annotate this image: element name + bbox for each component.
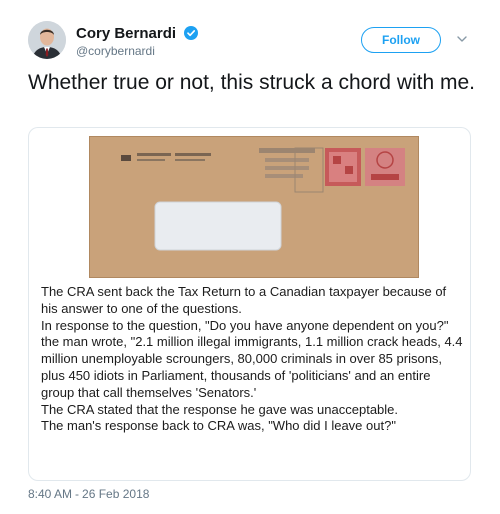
verified-badge-icon <box>184 26 199 40</box>
tweet-time: 8:40 AM <box>28 487 73 501</box>
tweet-text: Whether true or not, this struck a chord… <box>28 71 476 94</box>
follow-button[interactable]: Follow <box>361 27 441 53</box>
avatar-photo <box>28 21 66 59</box>
envelope-photo[interactable] <box>89 136 419 278</box>
tweet-date: 26 Feb 2018 <box>82 487 150 501</box>
display-name[interactable]: Cory Bernardi <box>76 25 199 42</box>
envelope-image <box>89 136 419 278</box>
card-caption: The CRA sent back the Tax Return to a Ca… <box>41 284 466 435</box>
avatar[interactable] <box>28 21 66 59</box>
media-card[interactable]: The CRA sent back the Tax Return to a Ca… <box>28 127 471 481</box>
tweet-timestamp[interactable]: 8:40 AM -26 Feb 2018 <box>28 487 149 501</box>
user-handle[interactable]: @corybernardi <box>76 44 155 58</box>
caption-paragraph: The man's response back to CRA was, "Who… <box>41 418 396 434</box>
caption-paragraph: The CRA stated that the response he gave… <box>41 401 399 417</box>
tweet: Cory Bernardi @corybernardi Follow Wheth… <box>0 0 500 514</box>
chevron-down-icon[interactable] <box>455 32 469 46</box>
caption-paragraph: In response to the question, "Do you hav… <box>41 317 463 400</box>
caption-paragraph: The CRA sent back the Tax Return to a Ca… <box>41 284 447 316</box>
timestamp-separator: - <box>75 487 80 501</box>
display-name-text: Cory Bernardi <box>76 25 177 42</box>
